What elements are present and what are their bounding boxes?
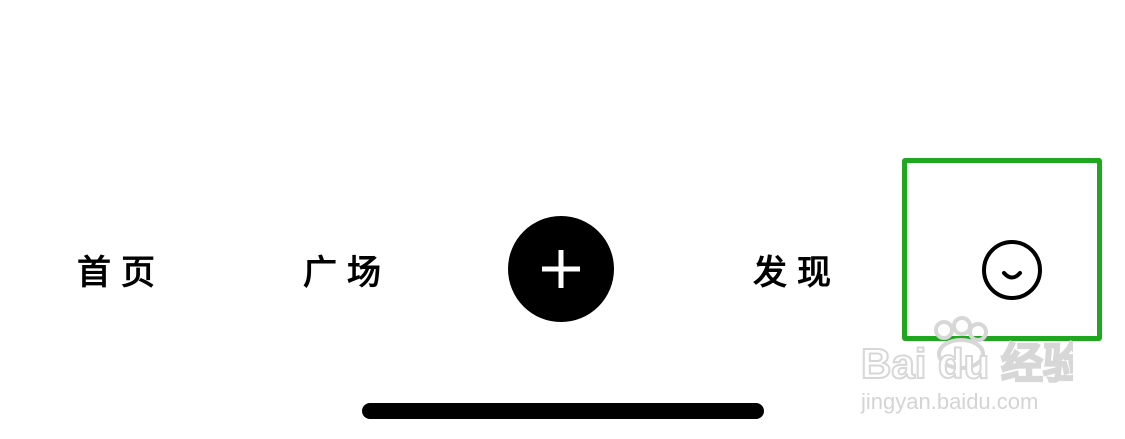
watermark-logo-text: Bai du 经验 xyxy=(861,340,1073,387)
tab-square-label: 广场 xyxy=(303,252,391,293)
tab-home-label: 首页 xyxy=(77,252,165,293)
app-screen: 首页 广场 发现 Bai du 经验 jingyan.baidu.com xyxy=(0,0,1125,439)
tab-profile[interactable] xyxy=(978,236,1046,304)
tab-square[interactable]: 广场 xyxy=(292,244,402,294)
tab-discover-label: 发现 xyxy=(753,252,841,293)
smiley-face-icon xyxy=(982,240,1042,300)
plus-icon xyxy=(542,250,580,288)
tab-home[interactable]: 首页 xyxy=(66,244,176,294)
watermark-site-text: jingyan.baidu.com xyxy=(860,389,1038,414)
add-post-button[interactable] xyxy=(508,216,614,322)
tab-discover[interactable]: 发现 xyxy=(742,244,852,294)
home-indicator[interactable] xyxy=(362,403,764,419)
